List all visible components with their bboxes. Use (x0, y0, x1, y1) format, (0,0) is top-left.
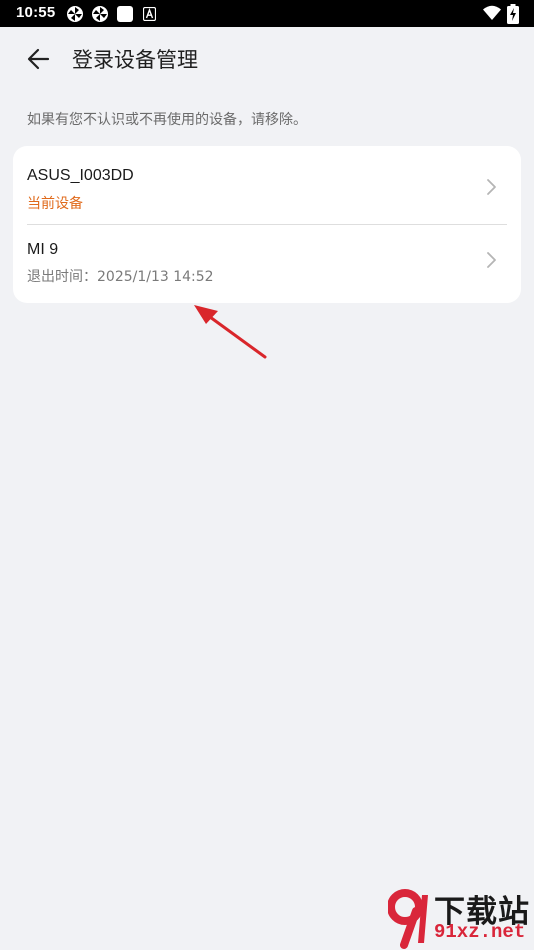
back-button[interactable] (24, 45, 56, 73)
device-list-card: ASUS_I003DD 当前设备 MI 9 退出时间：2025/1/13 14:… (13, 146, 521, 303)
watermark: 下载站 91xz.net (388, 883, 534, 950)
hint-text: 如果有您不认识或不再使用的设备，请移除。 (27, 112, 307, 128)
pinwheel-icon (92, 6, 108, 22)
device-row-mi9[interactable]: MI 9 退出时间：2025/1/13 14:52 (13, 225, 521, 301)
arrow-left-icon (27, 48, 50, 70)
chevron-right-icon (487, 252, 496, 268)
annotation-arrow-icon (194, 305, 267, 359)
page-title: 登录设备管理 (72, 48, 198, 72)
status-bar: 10:55 (0, 0, 534, 27)
device-name: MI 9 (27, 241, 59, 258)
chevron-right-icon (487, 179, 496, 195)
wifi-icon (483, 5, 501, 20)
a-notification-icon (143, 7, 156, 21)
watermark-url: 91xz.net (434, 921, 526, 943)
top-app-bar: 登录设备管理 (0, 27, 534, 91)
battery-charging-icon (507, 4, 519, 24)
device-row-current[interactable]: ASUS_I003DD 当前设备 (13, 146, 521, 222)
current-device-label: 当前设备 (27, 196, 83, 212)
status-time: 10:55 (16, 4, 56, 21)
watermark-logo-icon (388, 889, 428, 949)
pinwheel-icon (67, 6, 83, 22)
square-notification-icon (117, 6, 133, 22)
device-name: ASUS_I003DD (27, 167, 134, 184)
logout-time: 退出时间：2025/1/13 14:52 (27, 269, 214, 285)
